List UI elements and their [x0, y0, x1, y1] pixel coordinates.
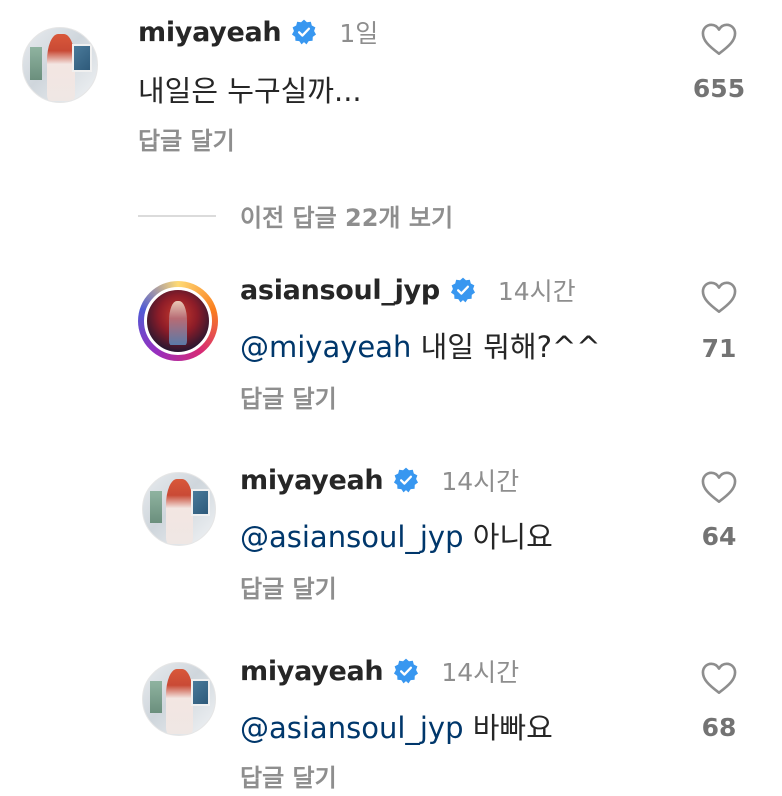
reply-button[interactable]: 답글 달기 [240, 569, 337, 604]
username-link[interactable]: miyayeah [240, 465, 384, 496]
heart-outline-icon[interactable] [700, 280, 738, 314]
comment-time: 14시간 [441, 658, 520, 687]
reply-button[interactable]: 답글 달기 [138, 121, 235, 156]
username-link[interactable]: miyayeah [138, 17, 282, 48]
verified-badge-icon [292, 19, 317, 45]
like-count: 71 [701, 334, 737, 363]
avatar[interactable] [22, 27, 98, 103]
reply-button[interactable]: 답글 달기 [240, 758, 337, 793]
avatar[interactable] [142, 662, 216, 736]
comment-header: miyayeah 1일 [138, 14, 378, 50]
heart-outline-icon[interactable] [700, 470, 738, 504]
comment-header: miyayeah 14시간 [240, 653, 519, 689]
like-count: 655 [692, 74, 746, 103]
mention-link[interactable]: @asiansoul_jyp [240, 520, 464, 554]
comment-text: @miyayeah 내일 뭐해?^^ [240, 324, 601, 366]
comment-message: 내일은 누구실까... [138, 74, 362, 108]
like-count: 64 [701, 522, 737, 551]
comment-message: 바빠요 [463, 711, 553, 745]
comment-text: @asiansoul_jyp 바빠요 [240, 705, 553, 747]
like-count: 68 [701, 713, 737, 742]
username-link[interactable]: miyayeah [240, 656, 384, 687]
mention-link[interactable]: @miyayeah [240, 330, 411, 364]
view-previous-replies[interactable]: 이전 답글 22개 보기 [138, 198, 453, 233]
comment-header: asiansoul_jyp 14시간 [240, 272, 576, 308]
comment-message: 아니요 [463, 520, 553, 554]
comment-text: @asiansoul_jyp 아니요 [240, 514, 553, 556]
avatar[interactable] [142, 472, 216, 546]
reply-button[interactable]: 답글 달기 [240, 379, 337, 414]
verified-badge-icon [394, 467, 419, 493]
comment-text: 내일은 누구실까... [138, 68, 362, 110]
comment-time: 1일 [339, 19, 379, 48]
comment-header: miyayeah 14시간 [240, 462, 519, 498]
verified-badge-icon [394, 658, 419, 684]
verified-badge-icon [450, 277, 475, 303]
view-replies-label[interactable]: 이전 답글 22개 보기 [240, 198, 453, 233]
avatar[interactable] [138, 281, 218, 361]
heart-outline-icon[interactable] [700, 22, 738, 56]
comment-time: 14시간 [441, 467, 520, 496]
divider-line [138, 214, 216, 217]
comment-message: 내일 뭐해?^^ [411, 330, 601, 364]
comment-time: 14시간 [497, 277, 576, 306]
username-link[interactable]: asiansoul_jyp [240, 275, 440, 306]
mention-link[interactable]: @asiansoul_jyp [240, 711, 464, 745]
heart-outline-icon[interactable] [700, 661, 738, 695]
